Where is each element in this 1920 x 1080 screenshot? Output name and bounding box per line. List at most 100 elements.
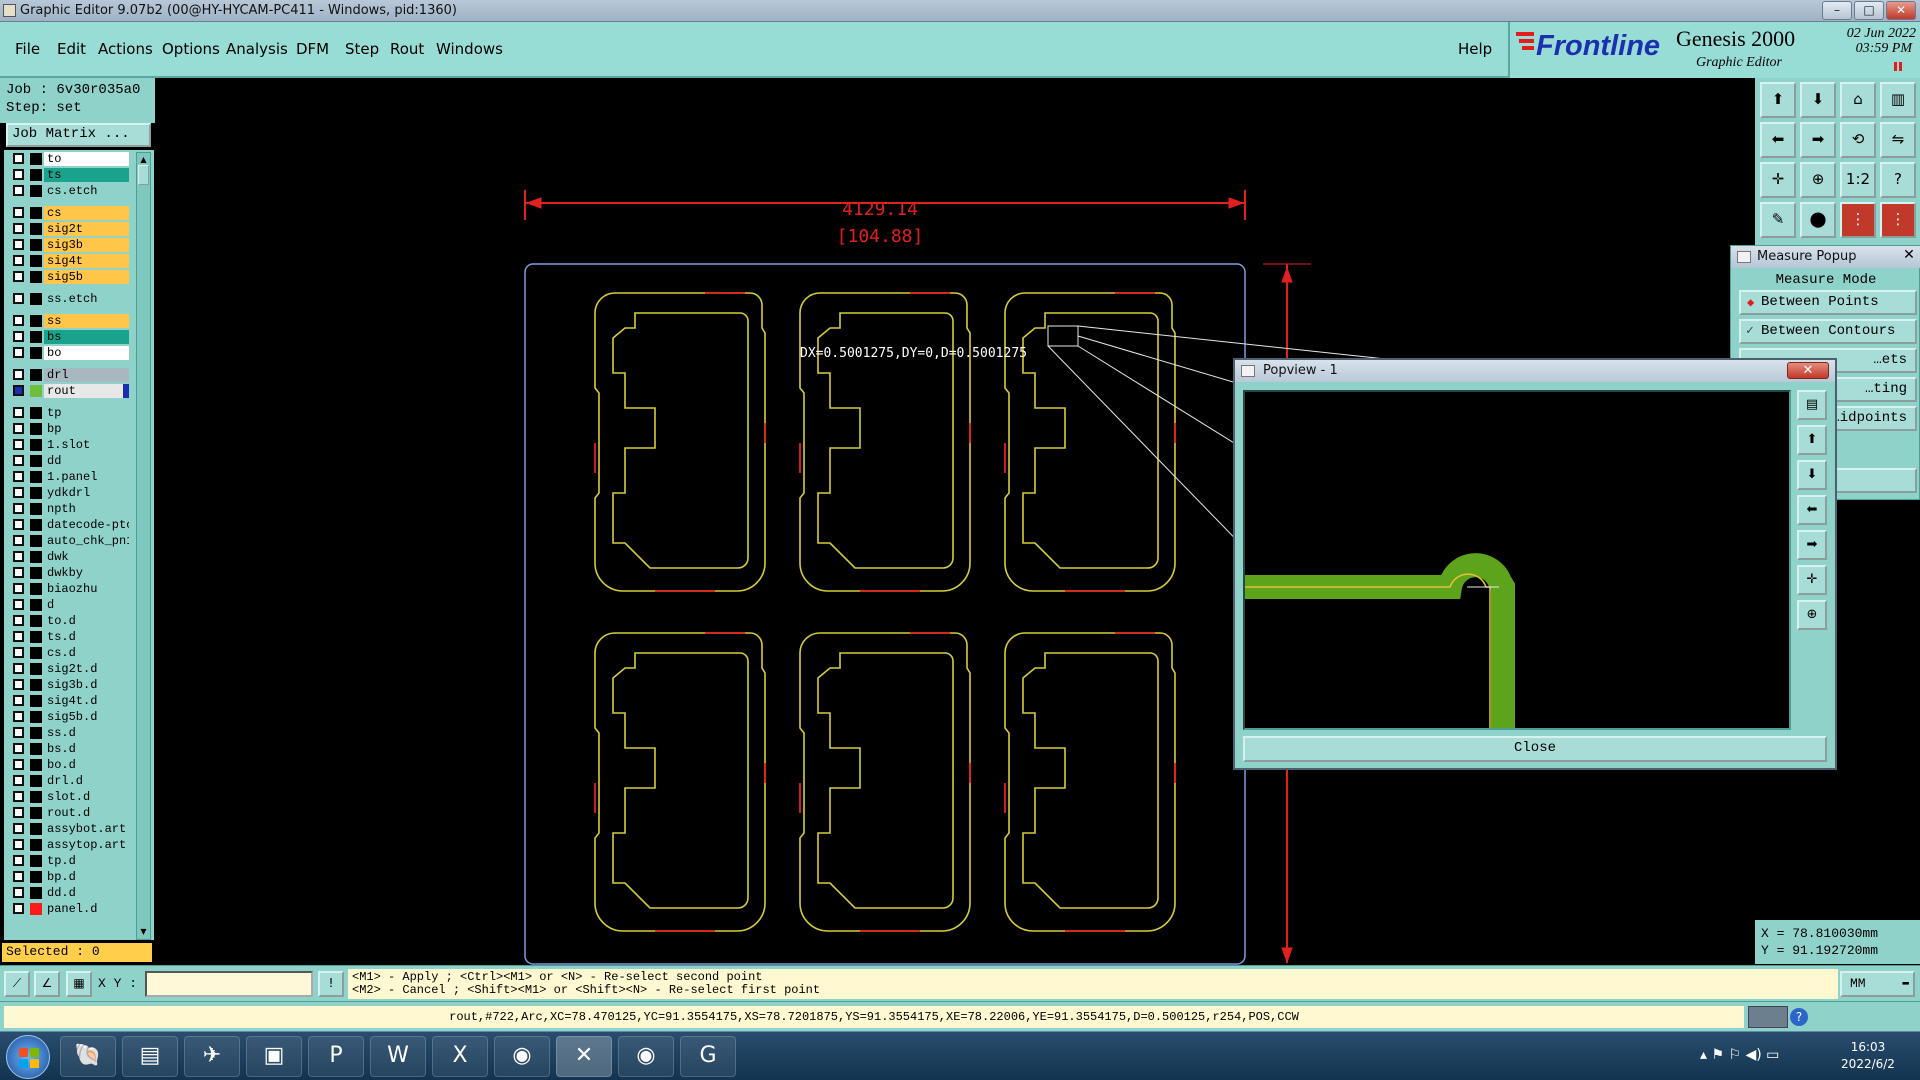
layer-checkbox[interactable] <box>13 791 24 802</box>
layer-name[interactable]: dwk <box>44 550 129 564</box>
taskbar-excel-icon[interactable]: X <box>432 1036 488 1077</box>
layer-name[interactable]: cs.d <box>44 646 129 660</box>
popview-layer-icon[interactable]: ▤ <box>1797 390 1827 420</box>
layer-row-assybot-art[interactable]: assybot.art <box>8 822 129 836</box>
split-icon[interactable]: ▥ <box>1880 82 1916 118</box>
layer-checkbox[interactable] <box>13 487 24 498</box>
popview-down-icon[interactable]: ⬇ <box>1797 460 1827 490</box>
layer-checkbox[interactable] <box>13 615 24 626</box>
layer-name[interactable]: drl <box>44 368 129 382</box>
layer-checkbox[interactable] <box>13 759 24 770</box>
layer-name[interactable]: rout.d <box>44 806 129 820</box>
layer-name[interactable]: bo.d <box>44 758 129 772</box>
layer-checkbox[interactable] <box>13 471 24 482</box>
layer-name[interactable]: to <box>44 152 129 166</box>
layer-checkbox[interactable] <box>13 223 24 234</box>
layer-name[interactable]: ydkdrl <box>44 486 129 500</box>
layer-row-bo-d[interactable]: bo.d <box>8 758 129 772</box>
layer-row-tp-d[interactable]: tp.d <box>8 854 129 868</box>
layer-checkbox[interactable] <box>13 599 24 610</box>
angle-icon[interactable]: ∠ <box>34 971 60 997</box>
layer-name[interactable]: auto_chk_pn1 <box>44 534 129 548</box>
layer-row-slot-d[interactable]: slot.d <box>8 790 129 804</box>
taskbar-eye2-icon[interactable]: ◉ <box>618 1036 674 1077</box>
layer-row-rout-d[interactable]: rout.d <box>8 806 129 820</box>
layer-name[interactable]: 1.panel <box>44 470 129 484</box>
menu-windows[interactable]: Windows <box>436 40 503 58</box>
taskbar-eye-icon[interactable]: ◉ <box>494 1036 550 1077</box>
layer-name[interactable]: bo <box>44 346 129 360</box>
layer-checkbox[interactable] <box>13 347 24 358</box>
layer-row-1-panel[interactable]: 1.panel <box>8 470 129 484</box>
layer-checkbox[interactable] <box>13 519 24 530</box>
layer-checkbox[interactable] <box>13 823 24 834</box>
layer-checkbox[interactable] <box>13 331 24 342</box>
layer-checkbox[interactable] <box>13 455 24 466</box>
layer-row-sig2t[interactable]: sig2t <box>8 222 129 236</box>
layer-checkbox[interactable] <box>13 711 24 722</box>
layer-row-to-d[interactable]: to.d <box>8 614 129 628</box>
scale-icon[interactable]: 1:2 <box>1840 162 1876 198</box>
mode-between-contours[interactable]: ✓ Between Contours <box>1739 319 1917 344</box>
info-icon[interactable]: ! <box>318 971 344 997</box>
menu-rout[interactable]: Rout <box>390 40 424 58</box>
layer-name[interactable]: d <box>44 598 129 612</box>
menu-step[interactable]: Step <box>345 40 379 58</box>
layer-row-ts[interactable]: ts <box>8 168 129 182</box>
layer-checkbox[interactable] <box>13 647 24 658</box>
fit-icon[interactable]: ✛ <box>1760 162 1796 198</box>
help-icon[interactable]: ? <box>1790 1008 1808 1026</box>
layer-name[interactable]: ss.d <box>44 726 129 740</box>
zoom-icon[interactable]: ⊕ <box>1800 162 1836 198</box>
layer-row-dwk[interactable]: dwk <box>8 550 129 564</box>
layer-checkbox[interactable] <box>13 207 24 218</box>
layer-checkbox[interactable] <box>13 535 24 546</box>
layer-row-ts-d[interactable]: ts.d <box>8 630 129 644</box>
move-left-icon[interactable]: ⬅ <box>1760 122 1796 158</box>
layer-checkbox[interactable] <box>13 887 24 898</box>
layer-name[interactable]: ss <box>44 314 129 328</box>
swap-icon[interactable]: ⇋ <box>1880 122 1916 158</box>
taskbar-messenger-icon[interactable]: ✈ <box>184 1036 240 1077</box>
scroll-up-icon[interactable]: ▲ <box>138 155 149 165</box>
layer-checkbox[interactable] <box>13 855 24 866</box>
help-icon[interactable]: ? <box>1880 162 1916 198</box>
layer-name[interactable]: cs.etch <box>44 184 129 198</box>
popview-close-button[interactable]: Close <box>1243 736 1827 762</box>
layer-row-ydkdrl[interactable]: ydkdrl <box>8 486 129 500</box>
layer-checkbox[interactable] <box>13 583 24 594</box>
layer-name[interactable]: bs.d <box>44 742 129 756</box>
layer-checkbox[interactable] <box>13 695 24 706</box>
layer-name[interactable]: sig4t <box>44 254 129 268</box>
popview-canvas[interactable] <box>1243 390 1791 730</box>
system-tray-icons[interactable]: ▴ ⚑ ⚐ ◀) ▭ <box>1700 1047 1830 1063</box>
start-button[interactable] <box>6 1035 50 1079</box>
layer-row-drl-d[interactable]: drl.d <box>8 774 129 788</box>
layer-row-d[interactable]: d <box>8 598 129 612</box>
layer-row-sig3b-d[interactable]: sig3b.d <box>8 678 129 692</box>
popview-right-icon[interactable]: ➡ <box>1797 530 1827 560</box>
layer-name[interactable]: panel.d <box>44 902 129 916</box>
layer-name[interactable]: sig5b.d <box>44 710 129 724</box>
menu-edit[interactable]: Edit <box>57 40 86 58</box>
layer-name[interactable]: bp <box>44 422 129 436</box>
scroll-down-icon[interactable]: ▼ <box>138 927 149 937</box>
layer-row-to[interactable]: to <box>8 152 129 166</box>
layer-row-bp[interactable]: bp <box>8 422 129 436</box>
layer-checkbox[interactable] <box>13 743 24 754</box>
layer-name[interactable]: sig3b <box>44 238 129 252</box>
layer-checkbox[interactable] <box>13 407 24 418</box>
layer-row-dd[interactable]: dd <box>8 454 129 468</box>
graph2-icon[interactable]: ⋮ <box>1880 202 1916 238</box>
layer-checkbox[interactable] <box>13 679 24 690</box>
layer-checkbox[interactable] <box>13 631 24 642</box>
layer-row-bp-d[interactable]: bp.d <box>8 870 129 884</box>
layer-row-sig5b[interactable]: sig5b <box>8 270 129 284</box>
unit-selector[interactable]: MM ▬ <box>1840 971 1915 997</box>
popview-close-icon[interactable]: ✕ <box>1787 362 1829 379</box>
layer-name[interactable]: rout <box>44 384 129 398</box>
close-window-button[interactable]: ✕ <box>1886 1 1916 20</box>
layer-row-sig3b[interactable]: sig3b <box>8 238 129 252</box>
layer-name[interactable]: drl.d <box>44 774 129 788</box>
layer-name[interactable]: cs <box>44 206 129 220</box>
